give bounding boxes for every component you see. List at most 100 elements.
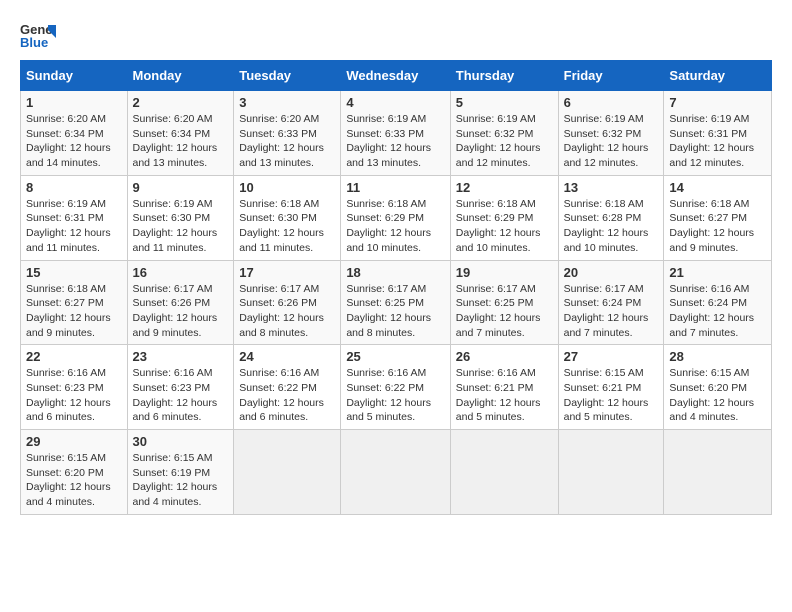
day-number: 28 [669,349,766,364]
day-cell-18: 18 Sunrise: 6:17 AMSunset: 6:25 PMDayligh… [341,260,450,345]
day-number: 16 [133,265,229,280]
day-number: 9 [133,180,229,195]
day-cell-6: 6Sunrise: 6:19 AMSunset: 6:32 PMDaylight… [558,91,664,176]
calendar-week-1: 1 Sunrise: 6:20 AMSunset: 6:34 PMDaylight… [21,91,772,176]
day-info: Sunrise: 6:17 AMSunset: 6:26 PMDaylight:… [133,282,229,341]
day-number: 5 [456,95,553,110]
day-number: 20 [564,265,659,280]
logo-icon: General Blue [20,20,56,50]
day-cell-25: 25Sunrise: 6:16 AMSunset: 6:22 PMDayligh… [341,345,450,430]
day-number: 14 [669,180,766,195]
column-header-monday: Monday [127,61,234,91]
day-info: Sunrise: 6:17 AMSunset: 6:24 PMDaylight:… [564,282,659,341]
day-info: Sunrise: 6:20 AMSunset: 6:34 PMDaylight:… [133,112,229,171]
column-header-tuesday: Tuesday [234,61,341,91]
day-cell-3: 3Sunrise: 6:20 AMSunset: 6:33 PMDaylight… [234,91,341,176]
empty-cell [341,430,450,515]
page-header: General Blue [20,20,772,50]
day-number: 11 [346,180,444,195]
day-number: 13 [564,180,659,195]
day-info: Sunrise: 6:16 AMSunset: 6:23 PMDaylight:… [133,366,229,425]
day-cell-15: 15 Sunrise: 6:18 AMSunset: 6:27 PMDayligh… [21,260,128,345]
day-cell-30: 30 Sunrise: 6:15 AMSunset: 6:19 PMDayligh… [127,430,234,515]
day-info: Sunrise: 6:15 AMSunset: 6:20 PMDaylight:… [26,451,122,510]
day-number: 7 [669,95,766,110]
day-number: 12 [456,180,553,195]
calendar-week-2: 8 Sunrise: 6:19 AMSunset: 6:31 PMDaylight… [21,175,772,260]
day-info: Sunrise: 6:17 AMSunset: 6:25 PMDaylight:… [346,282,444,341]
day-cell-29: 29 Sunrise: 6:15 AMSunset: 6:20 PMDayligh… [21,430,128,515]
day-number: 19 [456,265,553,280]
day-info: Sunrise: 6:19 AMSunset: 6:30 PMDaylight:… [133,197,229,256]
day-number: 22 [26,349,122,364]
day-cell-7: 7 Sunrise: 6:19 AMSunset: 6:31 PMDaylight… [664,91,772,176]
day-info: Sunrise: 6:15 AMSunset: 6:19 PMDaylight:… [133,451,229,510]
day-cell-9: 9 Sunrise: 6:19 AMSunset: 6:30 PMDaylight… [127,175,234,260]
day-number: 10 [239,180,335,195]
day-info: Sunrise: 6:15 AMSunset: 6:21 PMDaylight:… [564,366,659,425]
day-cell-19: 19 Sunrise: 6:17 AMSunset: 6:25 PMDayligh… [450,260,558,345]
day-cell-11: 11 Sunrise: 6:18 AMSunset: 6:29 PMDayligh… [341,175,450,260]
day-cell-14: 14 Sunrise: 6:18 AMSunset: 6:27 PMDayligh… [664,175,772,260]
day-info: Sunrise: 6:20 AMSunset: 6:34 PMDaylight:… [26,112,122,171]
day-number: 26 [456,349,553,364]
day-number: 8 [26,180,122,195]
day-cell-4: 4 Sunrise: 6:19 AMSunset: 6:33 PMDaylight… [341,91,450,176]
day-cell-22: 22 Sunrise: 6:16 AMSunset: 6:23 PMDayligh… [21,345,128,430]
empty-cell [558,430,664,515]
day-cell-5: 5 Sunrise: 6:19 AMSunset: 6:32 PMDaylight… [450,91,558,176]
day-number: 30 [133,434,229,449]
day-info: Sunrise: 6:17 AMSunset: 6:26 PMDaylight:… [239,282,335,341]
day-number: 21 [669,265,766,280]
day-info: Sunrise: 6:16 AMSunset: 6:24 PMDaylight:… [669,282,766,341]
day-info: Sunrise: 6:18 AMSunset: 6:27 PMDaylight:… [26,282,122,341]
column-header-wednesday: Wednesday [341,61,450,91]
day-info: Sunrise: 6:20 AMSunset: 6:33 PMDaylight:… [239,112,335,171]
day-number: 23 [133,349,229,364]
day-number: 18 [346,265,444,280]
day-number: 4 [346,95,444,110]
calendar-week-5: 29 Sunrise: 6:15 AMSunset: 6:20 PMDayligh… [21,430,772,515]
day-info: Sunrise: 6:15 AMSunset: 6:20 PMDaylight:… [669,366,766,425]
calendar-week-4: 22 Sunrise: 6:16 AMSunset: 6:23 PMDayligh… [21,345,772,430]
day-number: 6 [564,95,659,110]
day-cell-17: 17Sunrise: 6:17 AMSunset: 6:26 PMDayligh… [234,260,341,345]
day-cell-1: 1 Sunrise: 6:20 AMSunset: 6:34 PMDaylight… [21,91,128,176]
column-header-friday: Friday [558,61,664,91]
day-info: Sunrise: 6:19 AMSunset: 6:31 PMDaylight:… [26,197,122,256]
day-cell-26: 26Sunrise: 6:16 AMSunset: 6:21 PMDayligh… [450,345,558,430]
day-number: 29 [26,434,122,449]
day-cell-13: 13 Sunrise: 6:18 AMSunset: 6:28 PMDayligh… [558,175,664,260]
day-info: Sunrise: 6:18 AMSunset: 6:30 PMDaylight:… [239,197,335,256]
column-header-thursday: Thursday [450,61,558,91]
day-info: Sunrise: 6:19 AMSunset: 6:32 PMDaylight:… [456,112,553,171]
day-cell-28: 28 Sunrise: 6:15 AMSunset: 6:20 PMDayligh… [664,345,772,430]
day-cell-23: 23 Sunrise: 6:16 AMSunset: 6:23 PMDayligh… [127,345,234,430]
column-header-saturday: Saturday [664,61,772,91]
day-cell-24: 24 Sunrise: 6:16 AMSunset: 6:22 PMDayligh… [234,345,341,430]
empty-cell [234,430,341,515]
svg-text:Blue: Blue [20,35,48,50]
empty-cell [664,430,772,515]
day-info: Sunrise: 6:19 AMSunset: 6:33 PMDaylight:… [346,112,444,171]
day-info: Sunrise: 6:18 AMSunset: 6:29 PMDaylight:… [346,197,444,256]
calendar-table: SundayMondayTuesdayWednesdayThursdayFrid… [20,60,772,515]
day-cell-8: 8 Sunrise: 6:19 AMSunset: 6:31 PMDaylight… [21,175,128,260]
day-info: Sunrise: 6:18 AMSunset: 6:28 PMDaylight:… [564,197,659,256]
calendar-week-3: 15 Sunrise: 6:18 AMSunset: 6:27 PMDayligh… [21,260,772,345]
day-info: Sunrise: 6:18 AMSunset: 6:27 PMDaylight:… [669,197,766,256]
column-header-sunday: Sunday [21,61,128,91]
day-cell-21: 21 Sunrise: 6:16 AMSunset: 6:24 PMDayligh… [664,260,772,345]
day-number: 15 [26,265,122,280]
day-number: 2 [133,95,229,110]
logo: General Blue [20,20,56,50]
day-number: 27 [564,349,659,364]
day-cell-10: 10 Sunrise: 6:18 AMSunset: 6:30 PMDayligh… [234,175,341,260]
day-cell-12: 12Sunrise: 6:18 AMSunset: 6:29 PMDayligh… [450,175,558,260]
day-number: 24 [239,349,335,364]
day-number: 1 [26,95,122,110]
day-info: Sunrise: 6:17 AMSunset: 6:25 PMDaylight:… [456,282,553,341]
day-info: Sunrise: 6:16 AMSunset: 6:22 PMDaylight:… [239,366,335,425]
day-info: Sunrise: 6:19 AMSunset: 6:31 PMDaylight:… [669,112,766,171]
day-info: Sunrise: 6:16 AMSunset: 6:23 PMDaylight:… [26,366,122,425]
